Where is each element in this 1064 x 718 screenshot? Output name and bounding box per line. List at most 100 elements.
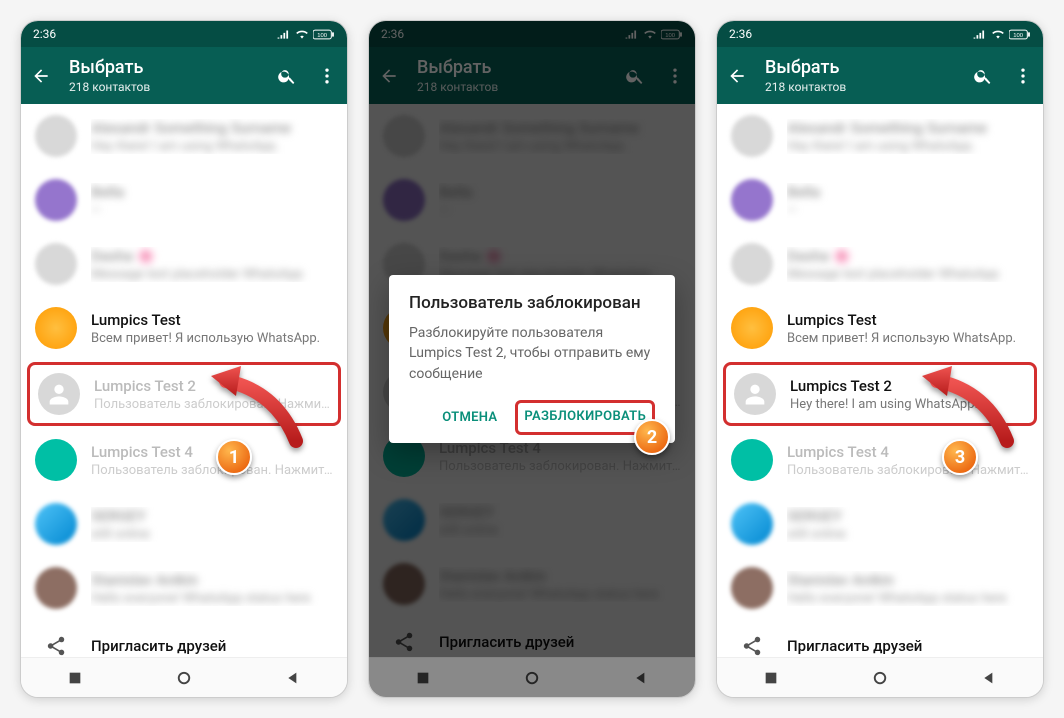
contact-status: Пользователь заблокирован. Нажмите, ч...	[91, 463, 333, 478]
dialog-text: Разблокируйте пользователя Lumpics Test …	[409, 323, 655, 384]
menu-button[interactable]	[1011, 64, 1035, 88]
step-badge-3: 3	[942, 439, 978, 475]
avatar	[35, 439, 77, 481]
footer-actions: Пригласить друзей Помощь с контактами	[717, 620, 1043, 657]
contact-status: —	[91, 203, 333, 218]
back-nav-button[interactable]	[285, 670, 301, 686]
avatar	[35, 179, 77, 221]
contact-row-blurred[interactable]: Stanislav AnikinHello everyone! WhatsApp…	[717, 556, 1043, 620]
annotation-arrow	[917, 361, 1027, 451]
back-nav-button[interactable]	[981, 670, 997, 686]
back-button[interactable]	[725, 64, 749, 88]
step-badge-1: 1	[216, 439, 252, 475]
step-number: 2	[647, 427, 657, 448]
avatar	[35, 115, 77, 157]
contact-row-blurred[interactable]: SERGEY still online	[21, 492, 347, 556]
more-vertical-icon	[317, 66, 337, 86]
status-time: 2:36	[33, 27, 56, 41]
status-bar: 2:36 100	[717, 21, 1043, 47]
contact-status: still online	[91, 527, 333, 542]
footer-actions: Пригласить друзей Помощь с контактами	[21, 620, 347, 657]
menu-button[interactable]	[315, 64, 339, 88]
search-button[interactable]	[971, 64, 995, 88]
avatar	[35, 243, 77, 285]
unblock-dialog: Пользователь заблокирован Разблокируйте …	[389, 275, 675, 443]
contact-status: Hey there! I am using WhatsApp.	[91, 139, 333, 154]
phone-screenshot-2: 2:36 100 Выбрать 218 контактов Alexandr …	[368, 20, 696, 698]
home-button[interactable]	[871, 669, 889, 687]
step-number: 3	[955, 447, 965, 468]
appbar-title: Выбрать	[765, 57, 955, 78]
status-time: 2:36	[729, 27, 752, 41]
dialog-cancel-button[interactable]: ОТМЕНА	[432, 400, 507, 435]
appbar-title: Выбрать	[69, 57, 259, 78]
status-icons: 100	[277, 29, 335, 40]
arrow-back-icon	[31, 66, 51, 86]
more-vertical-icon	[1013, 66, 1033, 86]
avatar	[38, 373, 80, 415]
invite-friends-row[interactable]: Пригласить друзей	[717, 620, 1043, 657]
recents-button[interactable]	[763, 670, 779, 686]
appbar-subtitle: 218 контактов	[69, 80, 259, 94]
dialog-buttons: ОТМЕНА РАЗБЛОКИРОВАТЬ	[409, 400, 655, 435]
contact-row-blurred[interactable]: Dasha 🌸Message text placeholder WhatsApp	[717, 232, 1043, 296]
avatar	[35, 567, 77, 609]
contact-name: Stanislav Anikin	[91, 571, 333, 589]
contact-row-blurred[interactable]: SERGEYstill online	[717, 492, 1043, 556]
search-icon	[277, 66, 297, 86]
person-icon	[45, 380, 73, 408]
signal-icon	[973, 29, 987, 39]
search-button[interactable]	[275, 64, 299, 88]
contact-row-blurred[interactable]: Bella—	[717, 168, 1043, 232]
share-icon	[35, 635, 77, 657]
battery-icon: 100	[313, 29, 335, 40]
phone-screenshot-1: 2:36 100 Выбрать 218 контактов Alexandr …	[20, 20, 348, 698]
back-button[interactable]	[29, 64, 53, 88]
modal-overlay: Пользователь заблокирован Разблокируйте …	[369, 21, 695, 697]
battery-icon: 100	[1009, 29, 1031, 40]
signal-icon	[277, 29, 291, 39]
contact-name: Bella	[91, 183, 333, 201]
contact-row-blurred[interactable]: Stanislav Anikin Hello everyone! WhatsApp…	[21, 556, 347, 620]
contact-row-lumpics-test[interactable]: Lumpics TestВсем привет! Я использую Wha…	[717, 296, 1043, 360]
android-nav-bar	[21, 657, 347, 697]
contact-name: Lumpics Test	[91, 311, 333, 329]
contact-row-blurred[interactable]: Bella —	[21, 168, 347, 232]
contact-status: Message text placeholder WhatsApp	[91, 267, 333, 282]
avatar	[734, 373, 776, 415]
app-bar: Выбрать 218 контактов	[717, 47, 1043, 104]
appbar-title-area: Выбрать 218 контактов	[765, 57, 955, 94]
annotation-arrow	[206, 361, 316, 451]
contact-status: Hello everyone! WhatsApp status here	[91, 591, 333, 606]
contact-row-lumpics-test[interactable]: Lumpics Test Всем привет! Я использую Wha…	[21, 296, 347, 360]
contact-row-blurred[interactable]: Alexandr Something Surname Hey there! I a…	[21, 104, 347, 168]
app-bar: Выбрать 218 контактов	[21, 47, 347, 104]
invite-friends-row[interactable]: Пригласить друзей	[21, 620, 347, 657]
person-icon	[741, 380, 769, 408]
contact-row-blurred[interactable]: Dasha 🌸 Message text placeholder WhatsApp	[21, 232, 347, 296]
wifi-icon	[295, 29, 309, 39]
action-label: Пригласить друзей	[787, 637, 1029, 655]
wifi-icon	[991, 29, 1005, 39]
action-label: Пригласить друзей	[91, 637, 333, 655]
home-button[interactable]	[175, 669, 193, 687]
contact-name: Alexandr Something Surname	[91, 119, 333, 137]
dialog-unblock-button[interactable]: РАЗБЛОКИРОВАТЬ	[515, 400, 655, 435]
phone-screenshot-3: 2:36 100 Выбрать 218 контактов Alexandr …	[716, 20, 1044, 698]
search-icon	[973, 66, 993, 86]
android-nav-bar	[717, 657, 1043, 697]
status-icons: 100	[973, 29, 1031, 40]
step-number: 1	[229, 447, 239, 468]
status-bar: 2:36 100	[21, 21, 347, 47]
recents-button[interactable]	[67, 670, 83, 686]
contact-status: Всем привет! Я использую WhatsApp.	[91, 331, 333, 346]
step-badge-2: 2	[634, 419, 670, 455]
share-icon	[731, 635, 773, 657]
contact-name: Dasha 🌸	[91, 247, 333, 265]
svg-text:100: 100	[1013, 33, 1024, 39]
contact-name: SERGEY	[91, 507, 333, 525]
arrow-back-icon	[727, 66, 747, 86]
dialog-title: Пользователь заблокирован	[409, 293, 655, 313]
contact-row-blurred[interactable]: Alexandr Something SurnameHey there! I a…	[717, 104, 1043, 168]
avatar	[35, 307, 77, 349]
